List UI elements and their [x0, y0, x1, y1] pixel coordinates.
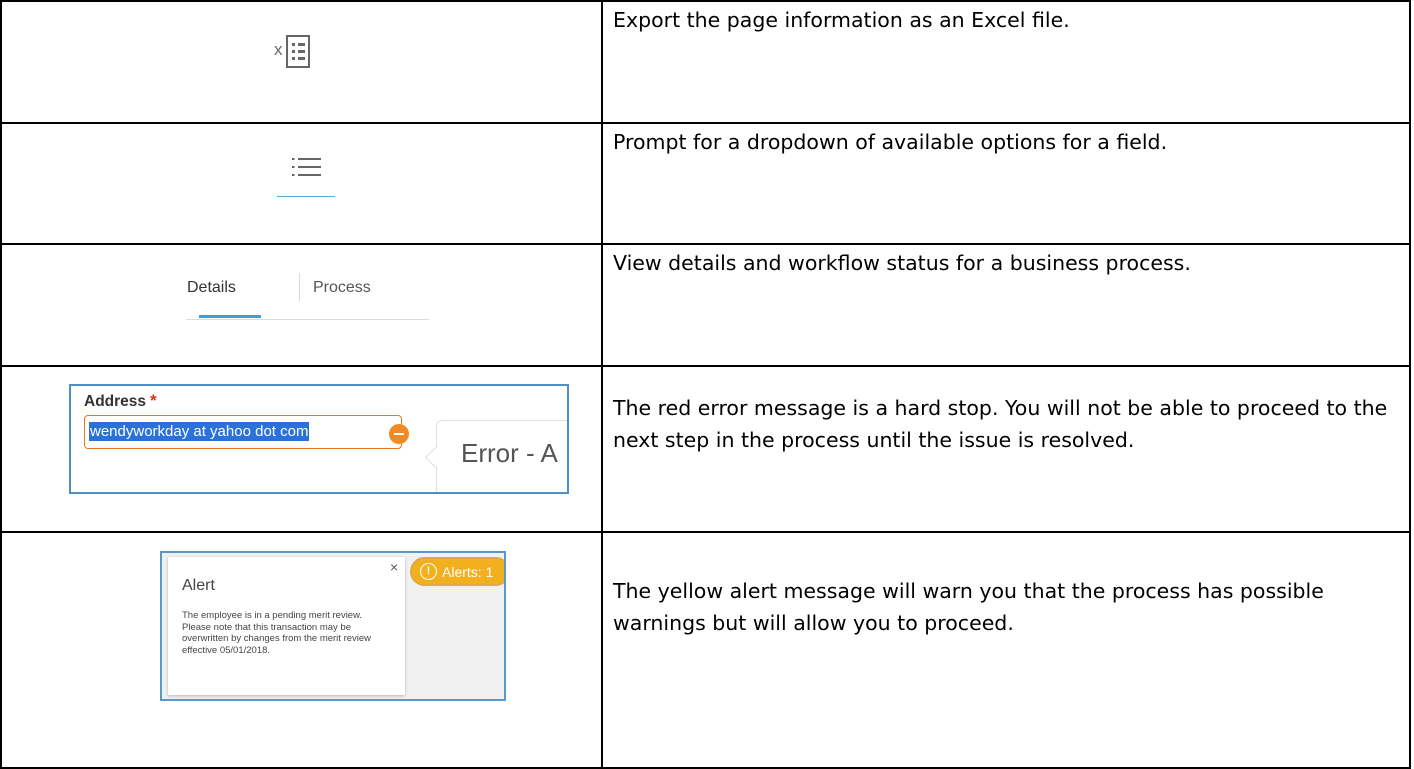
- row-description: View details and workflow status for a b…: [601, 243, 1411, 367]
- tab-baseline: [186, 319, 429, 320]
- table-row: Address * wendyworkday at yahoo dot com E…: [0, 365, 1411, 533]
- icon-cell: [0, 122, 603, 245]
- svg-text:x: x: [274, 40, 283, 59]
- row-description: Export the page information as an Excel …: [601, 0, 1411, 124]
- details-process-tabs: Details Process: [164, 263, 429, 323]
- row-description: Prompt for a dropdown of available optio…: [601, 122, 1411, 245]
- close-icon[interactable]: ×: [390, 559, 398, 575]
- quick-reference-table: x Export the page information as an Exce…: [0, 0, 1411, 769]
- alert-screenshot: × Alert The employee is in a pending mer…: [160, 551, 506, 701]
- address-label: Address *: [84, 391, 157, 410]
- row-description: The red error message is a hard stop. Yo…: [601, 365, 1411, 533]
- address-input-value: wendyworkday at yahoo dot com: [89, 422, 310, 441]
- table-row: Details Process View details and workflo…: [0, 243, 1411, 367]
- table-row: Prompt for a dropdown of available optio…: [0, 122, 1411, 245]
- tab-process[interactable]: Process: [313, 279, 371, 297]
- alerts-count: Alerts: 1: [442, 564, 494, 580]
- tab-divider: [299, 273, 300, 301]
- alerts-badge[interactable]: ! Alerts: 1: [410, 557, 504, 586]
- required-asterisk: *: [150, 391, 157, 410]
- tab-details[interactable]: Details: [187, 279, 236, 297]
- excel-export-icon: x: [274, 35, 310, 68]
- row-description: The yellow alert message will warn you t…: [601, 531, 1411, 769]
- table-row: × Alert The employee is in a pending mer…: [0, 531, 1411, 769]
- address-input[interactable]: wendyworkday at yahoo dot com: [84, 415, 402, 449]
- table-row: x Export the page information as an Exce…: [0, 0, 1411, 124]
- alert-popup: × Alert The employee is in a pending mer…: [168, 557, 405, 695]
- icon-cell: Details Process: [0, 243, 603, 367]
- icon-cell: x: [0, 0, 603, 124]
- active-tab-indicator: [199, 315, 261, 318]
- error-tooltip-text: Error - A: [461, 438, 558, 468]
- error-icon[interactable]: [389, 424, 409, 444]
- address-error-screenshot: Address * wendyworkday at yahoo dot com E…: [69, 384, 569, 494]
- icon-cell: × Alert The employee is in a pending mer…: [0, 531, 603, 769]
- list-prompt-icon: [292, 158, 321, 176]
- prompt-underline: [277, 196, 335, 197]
- icon-cell: Address * wendyworkday at yahoo dot com E…: [0, 365, 603, 533]
- list-prompt-button[interactable]: [277, 154, 335, 199]
- alert-title: Alert: [182, 577, 215, 594]
- exclamation-icon: !: [420, 563, 437, 580]
- alert-message: The employee is in a pending merit revie…: [182, 610, 372, 656]
